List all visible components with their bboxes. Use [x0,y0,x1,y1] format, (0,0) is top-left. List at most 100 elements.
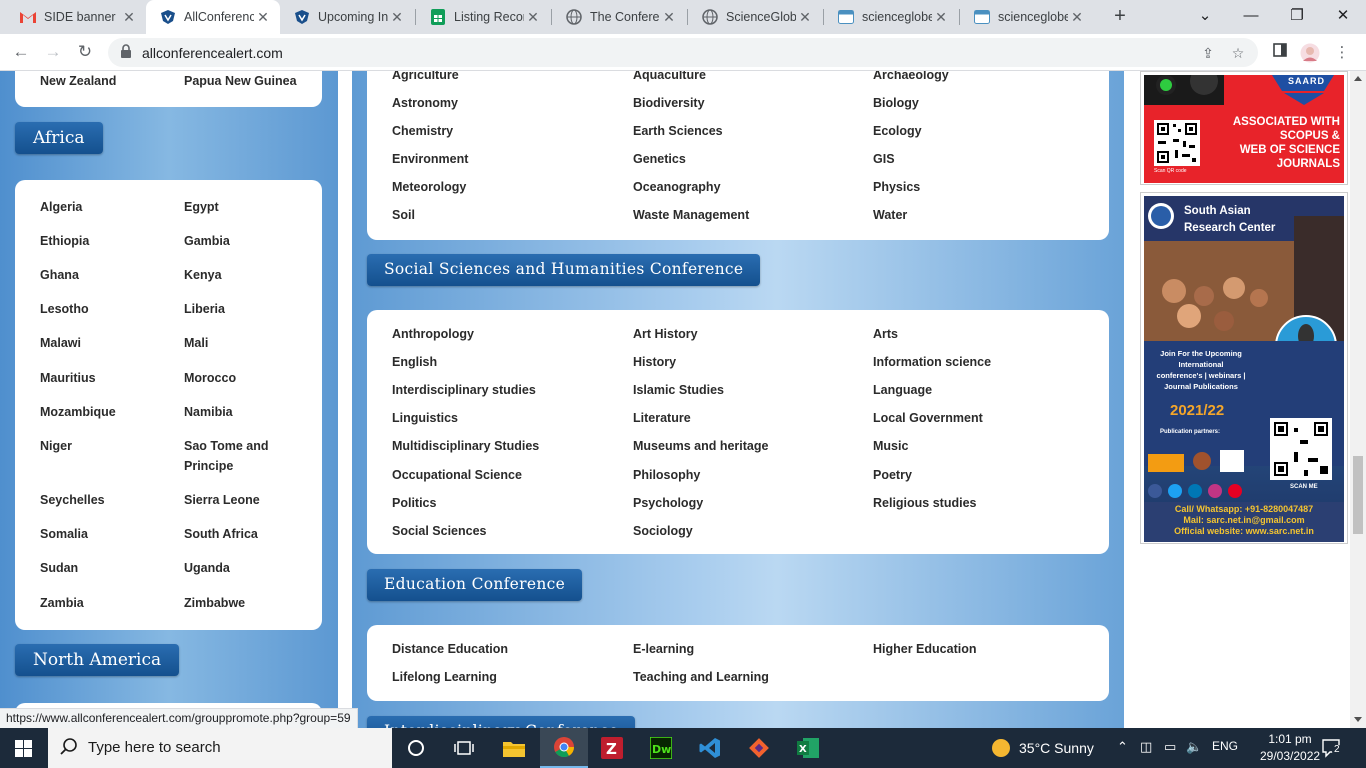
tab-search-icon[interactable]: ⌄ [1182,0,1228,34]
restore-icon[interactable]: ❐ [1274,0,1320,34]
task-view-icon[interactable] [440,728,488,768]
new-tab-button[interactable]: + [1108,4,1132,28]
topic-link[interactable]: Archaeology [873,71,949,85]
topic-link[interactable]: Aquaculture [633,71,706,85]
topic-link[interactable]: Music [873,436,908,456]
close-icon[interactable]: ✕ [388,9,406,26]
topic-link[interactable]: Lifelong Learning [392,667,497,687]
topic-link[interactable]: Teaching and Learning [633,667,769,687]
north-america-heading[interactable]: North America [15,644,180,676]
country-link[interactable]: Ghana [40,265,79,285]
file-explorer-icon[interactable] [490,728,538,768]
country-link[interactable]: Uganda [184,558,230,578]
excel-icon[interactable]: X [784,728,832,768]
scroll-up-icon[interactable] [1354,76,1362,81]
topic-link[interactable]: Psychology [633,493,703,513]
sarc-ad-banner[interactable]: South Asian Research Center Join For the… [1140,192,1348,544]
topic-link[interactable]: Local Government [873,408,983,428]
close-icon[interactable]: ✕ [524,9,542,26]
tab-scienceglobe-3[interactable]: scienceglobe ✕ [960,0,1094,34]
topic-link[interactable]: Higher Education [873,639,976,659]
topic-link[interactable]: Literature [633,408,691,428]
chrome-icon[interactable] [540,728,588,768]
meet-now-icon[interactable]: ◫ [1140,739,1152,755]
topic-link[interactable]: Multidisciplinary Studies [392,436,539,456]
topic-link[interactable]: Religious studies [873,493,977,513]
topic-link[interactable]: Poetry [873,465,912,485]
topic-link[interactable]: Water [873,205,907,225]
topic-link[interactable]: Agriculture [392,71,459,85]
topic-link[interactable]: Islamic Studies [633,380,724,400]
topic-link[interactable]: Biodiversity [633,93,705,113]
reload-icon[interactable]: ↻ [72,40,98,66]
chevron-up-icon[interactable]: ⌃ [1117,739,1128,755]
tab-the-conference[interactable]: The Conferen ✕ [552,0,686,34]
country-link[interactable]: Somalia [40,524,88,544]
git-app-icon[interactable] [735,728,783,768]
topic-link[interactable]: GIS [873,149,895,169]
country-link[interactable]: Liberia [184,299,225,319]
vertical-scrollbar[interactable] [1350,71,1366,728]
country-link[interactable]: Mauritius [40,368,96,388]
start-button[interactable] [0,728,48,768]
topic-link[interactable]: Biology [873,93,919,113]
topic-link[interactable]: Linguistics [392,408,458,428]
menu-kebab-icon[interactable]: ⋮ [1332,43,1352,63]
topic-link[interactable]: Sociology [633,521,693,541]
address-bar[interactable]: allconferencealert.com ⇪ ☆ [108,38,1258,67]
back-icon[interactable]: ← [8,40,34,66]
country-link[interactable]: Niger [40,436,72,456]
topic-link[interactable]: Museums and heritage [633,436,768,456]
country-link[interactable]: Gambia [184,231,230,251]
topic-link[interactable]: Politics [392,493,436,513]
country-link[interactable]: Sao Tome and Principe [184,436,294,476]
topic-link[interactable]: Astronomy [392,93,458,113]
tab-scienceglobe-2[interactable]: scienceglobe ✕ [824,0,958,34]
clock[interactable]: 1:01 pm 29/03/2022 [1260,731,1320,765]
topic-link[interactable]: Philosophy [633,465,700,485]
tab-upcoming[interactable]: Upcoming Int ✕ [280,0,414,34]
topic-link[interactable]: Ecology [873,121,922,141]
topic-link[interactable]: Social Sciences [392,521,487,541]
social-sciences-heading[interactable]: Social Sciences and Humanities Conferenc… [367,254,761,286]
topic-link[interactable]: Soil [392,205,415,225]
topic-link[interactable]: Physics [873,177,920,197]
country-link[interactable]: South Africa [184,524,258,544]
close-icon[interactable]: ✕ [932,9,950,26]
dreamweaver-icon[interactable]: Dw [637,728,685,768]
taskbar-search[interactable]: Type here to search [48,728,392,768]
topic-link[interactable]: Waste Management [633,205,749,225]
close-icon[interactable]: ✕ [660,9,678,26]
volume-muted-icon[interactable]: 🔈 [1186,739,1202,755]
tab-listing-record[interactable]: Listing Record ✕ [416,0,550,34]
country-link[interactable]: Papua New Guinea [184,71,297,91]
topic-link[interactable]: Language [873,380,932,400]
forward-icon[interactable]: → [40,40,66,66]
topic-link[interactable]: Arts [873,324,898,344]
profile-avatar[interactable] [1300,43,1320,63]
country-link[interactable]: Namibia [184,402,233,422]
topic-link[interactable]: Oceanography [633,177,721,197]
topic-link[interactable]: Earth Sciences [633,121,723,141]
topic-link[interactable]: Occupational Science [392,465,522,485]
topic-link[interactable]: Genetics [633,149,686,169]
network-icon[interactable]: ▭ [1164,739,1176,755]
country-link[interactable]: Ethiopia [40,231,89,251]
share-icon[interactable]: ⇪ [1198,43,1218,63]
country-link[interactable]: Zambia [40,593,84,613]
country-link[interactable]: Mozambique [40,402,116,422]
topic-link[interactable]: Information science [873,352,991,372]
close-icon[interactable]: ✕ [796,9,814,26]
topic-link[interactable]: E-learning [633,639,694,659]
topic-link[interactable]: Distance Education [392,639,508,659]
close-icon[interactable]: ✕ [254,9,272,26]
country-link[interactable]: Malawi [40,333,81,353]
scroll-down-icon[interactable] [1354,717,1362,722]
tab-allconference[interactable]: AllConference ✕ [146,0,280,34]
country-link[interactable]: Mali [184,333,208,353]
bookmark-star-icon[interactable]: ☆ [1228,43,1248,63]
scrollbar-thumb[interactable] [1353,456,1363,534]
country-link[interactable]: Seychelles [40,490,105,510]
interdisciplinary-heading[interactable]: Interdisciplinary Conference [367,716,636,728]
saard-ad-banner[interactable]: SAARD Scan QR code ASSOCIATED WITH SCOPU… [1140,71,1348,185]
